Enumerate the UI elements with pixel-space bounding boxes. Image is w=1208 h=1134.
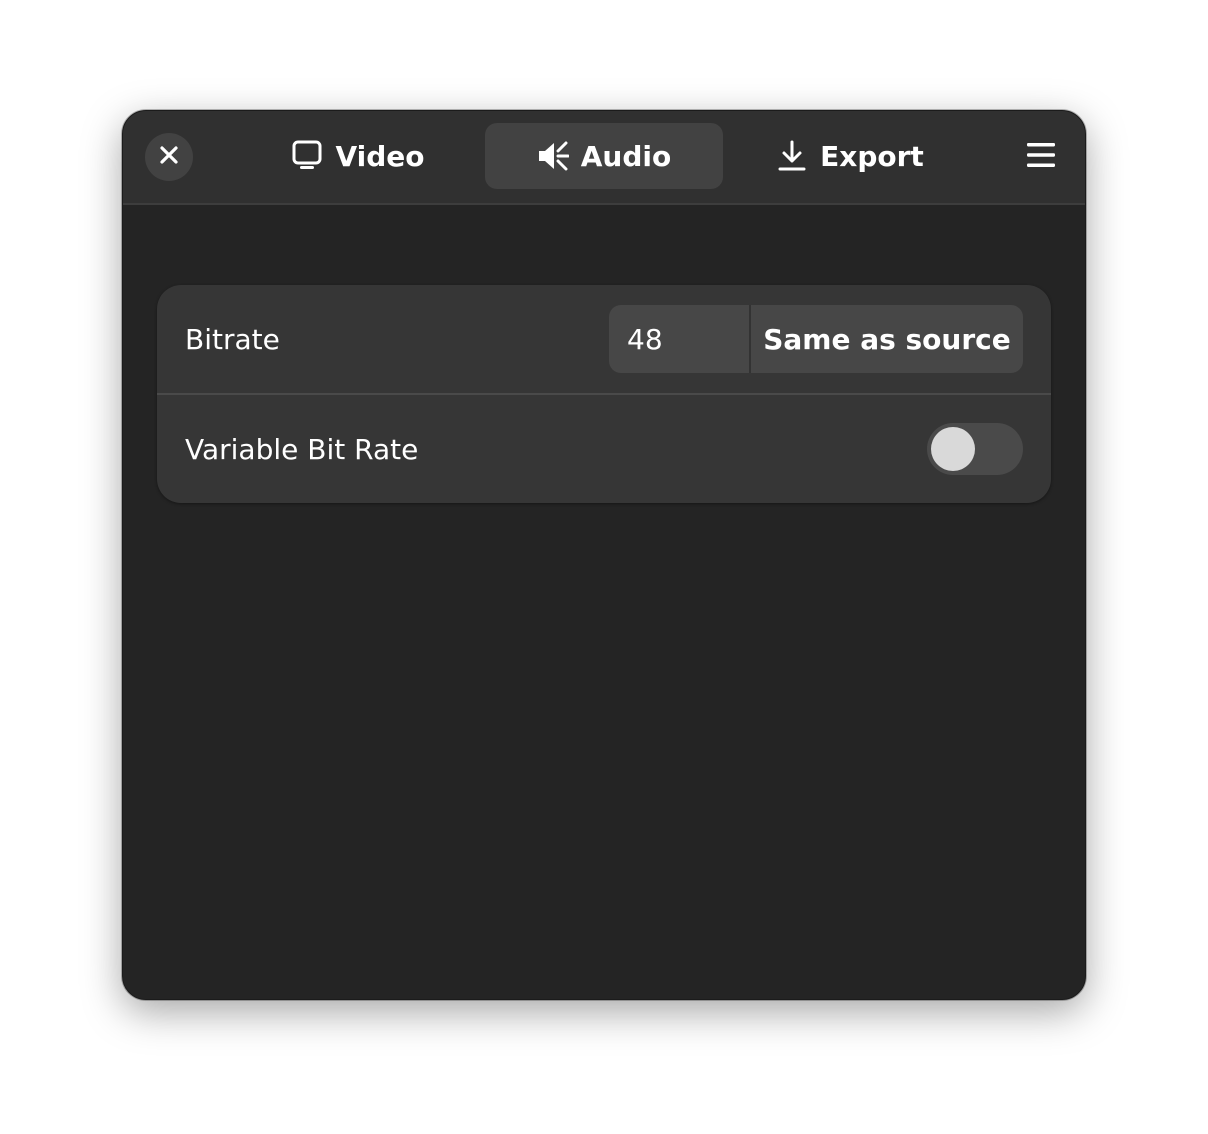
bitrate-row: Bitrate 48 Same as source (157, 285, 1051, 395)
tab-audio[interactable]: Audio (485, 123, 723, 189)
tab-audio-label: Audio (580, 139, 672, 173)
variable-bit-rate-toggle[interactable] (927, 423, 1023, 475)
toggle-knob (931, 427, 975, 471)
variable-bit-rate-row: Variable Bit Rate (157, 395, 1051, 503)
close-icon (159, 145, 179, 169)
monitor-icon (291, 140, 323, 172)
bitrate-label: Bitrate (185, 322, 280, 356)
app-window: Video Audio Export Bitrate 48 Same as so… (122, 110, 1086, 1000)
bitrate-controls: 48 Same as source (609, 305, 1023, 373)
tab-export-label: Export (820, 139, 924, 173)
close-button[interactable] (145, 133, 193, 181)
hamburger-menu-icon (1026, 141, 1056, 173)
tab-video[interactable]: Video (239, 123, 477, 189)
header-bar: Video Audio Export (123, 111, 1085, 205)
main-menu-button[interactable] (1017, 133, 1065, 181)
tab-export[interactable]: Export (731, 123, 969, 189)
audio-settings-card: Bitrate 48 Same as source Variable Bit R… (157, 285, 1051, 503)
variable-bit-rate-label: Variable Bit Rate (185, 432, 419, 466)
download-icon (776, 140, 808, 172)
bitrate-input[interactable]: 48 (609, 305, 751, 373)
speaker-icon (537, 140, 569, 172)
same-as-source-button[interactable]: Same as source (751, 305, 1023, 373)
tab-video-label: Video (335, 139, 425, 173)
